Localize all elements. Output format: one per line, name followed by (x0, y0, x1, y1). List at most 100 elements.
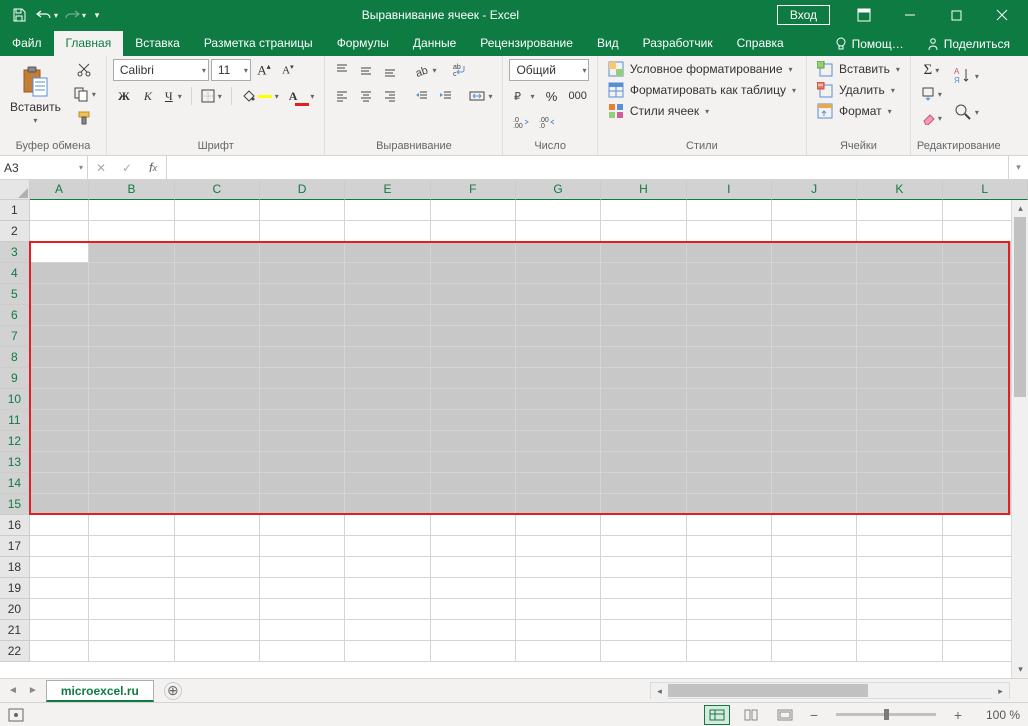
cell[interactable] (345, 599, 430, 620)
cell[interactable] (30, 536, 90, 557)
row-header[interactable]: 5 (0, 284, 30, 305)
cell[interactable] (260, 305, 345, 326)
cell[interactable] (431, 242, 516, 263)
cell[interactable] (345, 221, 430, 242)
cell[interactable] (772, 326, 857, 347)
align-left-button[interactable] (331, 85, 353, 107)
cell[interactable] (260, 326, 345, 347)
cell[interactable] (260, 536, 345, 557)
row-header[interactable]: 6 (0, 305, 30, 326)
cell[interactable] (431, 536, 516, 557)
cell[interactable] (89, 599, 174, 620)
cell[interactable] (345, 620, 430, 641)
cell[interactable] (175, 389, 260, 410)
cell[interactable] (772, 284, 857, 305)
cell[interactable] (431, 599, 516, 620)
cell[interactable] (345, 347, 430, 368)
cell[interactable] (89, 473, 174, 494)
signin-button[interactable]: Вход (777, 5, 830, 25)
cell[interactable] (601, 431, 686, 452)
cell[interactable] (431, 578, 516, 599)
cell[interactable] (516, 557, 601, 578)
cell[interactable] (516, 452, 601, 473)
cell[interactable] (857, 494, 942, 515)
cell[interactable] (260, 347, 345, 368)
cell[interactable] (601, 557, 686, 578)
cell[interactable] (601, 368, 686, 389)
cell[interactable] (687, 452, 772, 473)
format-cells-button[interactable]: Формат▾ (813, 101, 896, 121)
cell[interactable] (345, 641, 430, 662)
cell[interactable] (516, 200, 601, 221)
cell[interactable] (601, 473, 686, 494)
cell[interactable] (431, 452, 516, 473)
cell[interactable] (687, 578, 772, 599)
zoom-slider-knob[interactable] (884, 709, 889, 720)
column-header[interactable]: J (772, 180, 857, 200)
formula-input[interactable] (167, 156, 1008, 179)
cell[interactable] (687, 284, 772, 305)
cell[interactable] (260, 431, 345, 452)
cell[interactable] (772, 536, 857, 557)
cell[interactable] (601, 326, 686, 347)
cell[interactable] (857, 284, 942, 305)
cell[interactable] (175, 473, 260, 494)
column-header[interactable]: I (687, 180, 772, 200)
clear-button[interactable]: ▾ (917, 107, 946, 129)
cell[interactable] (30, 641, 90, 662)
row-header[interactable]: 15 (0, 494, 30, 515)
cell[interactable] (772, 410, 857, 431)
cell[interactable] (30, 242, 90, 263)
cell[interactable] (516, 263, 601, 284)
cell[interactable] (89, 494, 174, 515)
hscroll-thumb[interactable] (668, 684, 868, 697)
cell[interactable] (431, 620, 516, 641)
cell[interactable] (30, 263, 90, 284)
cell[interactable] (601, 347, 686, 368)
row-header[interactable]: 14 (0, 473, 30, 494)
cell[interactable] (687, 242, 772, 263)
cell[interactable] (260, 473, 345, 494)
cell[interactable] (516, 347, 601, 368)
decrease-decimal-button[interactable]: .00.0 (535, 111, 559, 133)
cell[interactable] (772, 389, 857, 410)
cell[interactable] (772, 557, 857, 578)
cell[interactable] (30, 515, 90, 536)
column-header[interactable]: B (89, 180, 174, 200)
expand-formula-bar-icon[interactable]: ▾ (1008, 156, 1028, 179)
cell[interactable] (431, 389, 516, 410)
cell[interactable] (431, 221, 516, 242)
cell[interactable] (175, 368, 260, 389)
decrease-font-button[interactable]: A▾ (277, 59, 299, 81)
bold-button[interactable]: Ж (113, 85, 135, 107)
cell[interactable] (772, 221, 857, 242)
column-header[interactable]: A (30, 180, 90, 200)
cell[interactable] (431, 515, 516, 536)
row-header[interactable]: 1 (0, 200, 30, 221)
font-size-combo[interactable]: 11▾ (211, 59, 251, 81)
column-header[interactable]: L (943, 180, 1028, 200)
cell[interactable] (516, 473, 601, 494)
cell[interactable] (857, 221, 942, 242)
cell[interactable] (260, 557, 345, 578)
cell[interactable] (431, 641, 516, 662)
cell[interactable] (89, 242, 174, 263)
cell[interactable] (175, 263, 260, 284)
cell[interactable] (345, 431, 430, 452)
cell[interactable] (772, 431, 857, 452)
normal-view-button[interactable] (704, 705, 730, 725)
wrap-text-button[interactable]: abc (448, 59, 472, 81)
cell[interactable] (30, 200, 90, 221)
cell[interactable] (175, 578, 260, 599)
zoom-slider[interactable] (836, 713, 936, 716)
decrease-indent-button[interactable] (411, 85, 433, 107)
cell[interactable] (30, 221, 90, 242)
cell[interactable] (30, 557, 90, 578)
scroll-down-icon[interactable]: ▾ (1012, 661, 1028, 678)
cell[interactable] (431, 326, 516, 347)
ribbon-options-icon[interactable] (842, 0, 886, 30)
cell[interactable] (772, 473, 857, 494)
cell[interactable] (857, 473, 942, 494)
cell[interactable] (857, 536, 942, 557)
cell[interactable] (857, 368, 942, 389)
